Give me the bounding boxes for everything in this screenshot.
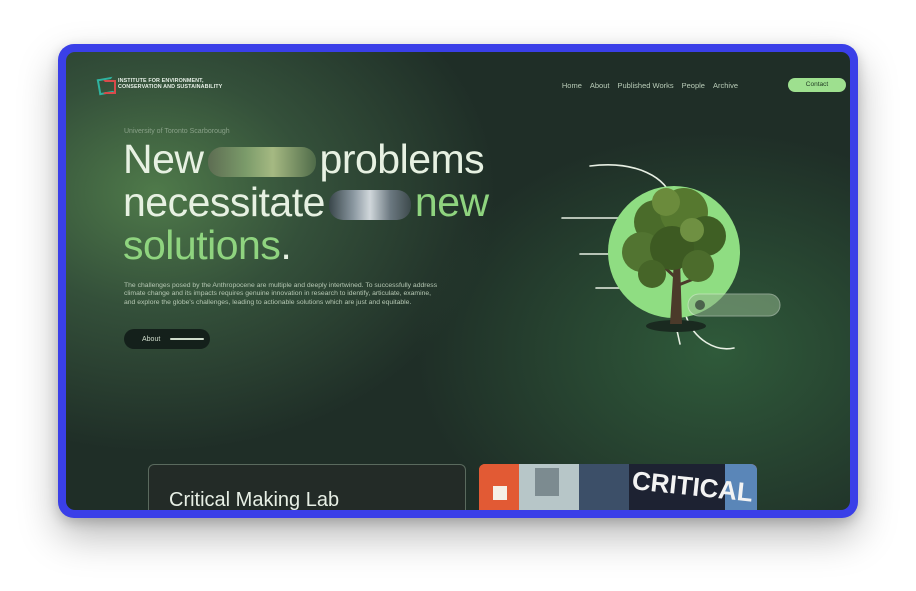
building-pill-image: [328, 190, 411, 221]
nav-home[interactable]: Home: [562, 81, 582, 90]
hero-headline: New problems necessitate new solutions.: [123, 138, 489, 267]
hero-description: The challenges posed by the Anthropocene…: [124, 282, 438, 306]
contact-button[interactable]: Contact: [788, 78, 846, 92]
site-logo[interactable]: INSTITUTE FOR ENVIRONMENT, CONSERVATION …: [98, 76, 248, 94]
nav-archive[interactable]: Archive: [713, 81, 738, 90]
card-title: Critical Making Lab: [169, 489, 340, 510]
nav-about[interactable]: About: [590, 81, 610, 90]
about-button[interactable]: About: [124, 329, 210, 349]
tree-graphic: [561, 164, 781, 350]
main-nav: Home About Published Works People Archiv…: [562, 81, 738, 90]
nav-people[interactable]: People: [682, 81, 705, 90]
headline-line-2: necessitate new: [123, 181, 489, 224]
landscape-pill-image: [207, 147, 316, 178]
headline-word-solutions: solutions: [123, 222, 281, 268]
headline-word-problems: problems: [319, 136, 485, 182]
logo-mark-icon: [98, 76, 116, 94]
critical-sign-photo: CRITICAL: [479, 464, 757, 510]
headline-period: .: [280, 222, 292, 268]
headline-word-necessitate: necessitate: [123, 179, 325, 225]
critical-photo-card[interactable]: CRITICAL: [479, 464, 757, 510]
hero-eyebrow: University of Toronto Scarborough: [124, 128, 230, 135]
about-button-label: About: [142, 335, 161, 343]
arrow-line-icon: [170, 338, 205, 340]
headline-line-3: solutions.: [123, 224, 489, 267]
nav-published-works[interactable]: Published Works: [617, 81, 673, 90]
critical-making-lab-card[interactable]: Critical Making Lab: [148, 464, 466, 510]
headline-line-1: New problems: [123, 138, 489, 181]
website-viewport: INSTITUTE FOR ENVIRONMENT, CONSERVATION …: [66, 52, 850, 510]
logo-text: INSTITUTE FOR ENVIRONMENT, CONSERVATION …: [118, 78, 223, 90]
headline-word-new: New: [123, 136, 204, 182]
headline-word-new-green: new: [414, 179, 489, 225]
browser-frame: INSTITUTE FOR ENVIRONMENT, CONSERVATION …: [58, 44, 858, 518]
